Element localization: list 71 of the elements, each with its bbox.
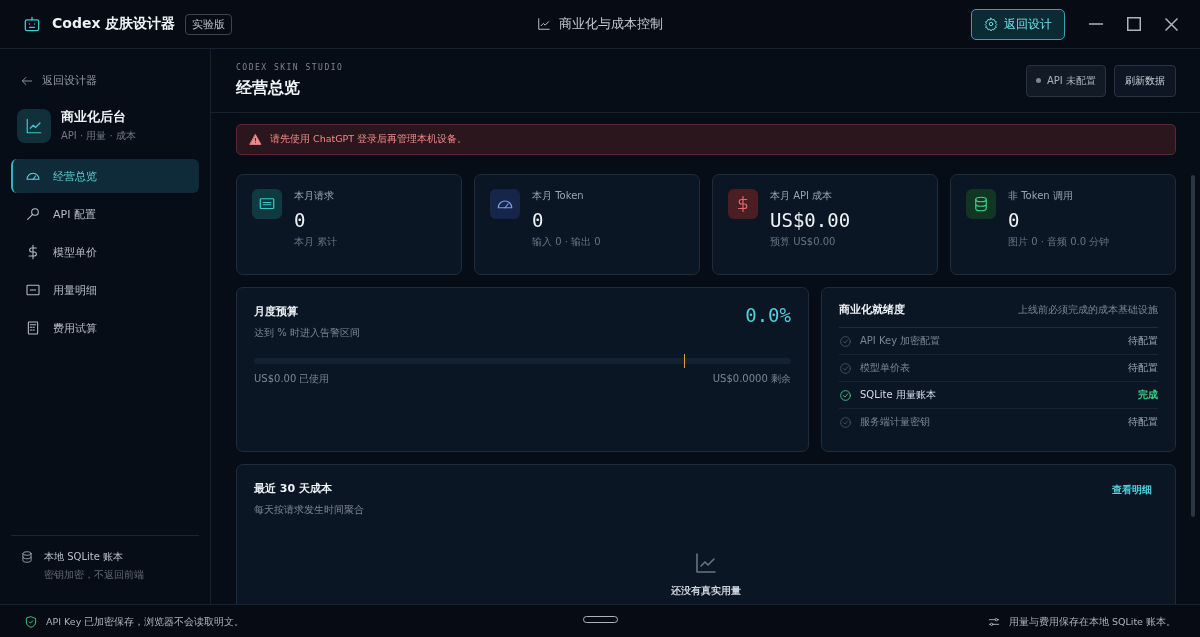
close-icon[interactable] <box>1165 17 1178 31</box>
sidebar-item[interactable]: 模型单价 <box>11 235 199 269</box>
checklist-status: 待配置 <box>1128 415 1158 429</box>
check-circle-icon <box>839 415 852 429</box>
scrollbar-thumb[interactable] <box>1191 175 1195 517</box>
stat-label: 本月 API 成本 <box>770 189 834 203</box>
alert-text: 请先使用 ChatGPT 登录后再管理本机设备。 <box>270 133 468 146</box>
shield-icon <box>24 615 38 629</box>
card-title: 月度预算 <box>254 304 299 319</box>
card-subtitle: 达到 % 时进入告警区间 <box>254 326 360 340</box>
maximize-icon[interactable] <box>1127 17 1141 31</box>
ledger-note: 密钥加密，不返回前端 <box>44 568 144 582</box>
card-subtitle: 上线前必须完成的成本基础设施 <box>1018 302 1158 317</box>
check-circle-icon <box>839 388 852 402</box>
stat-label: 非 Token 调用 <box>1008 189 1074 203</box>
stat-note: 输入 0 · 输出 0 <box>532 235 601 249</box>
return-button[interactable]: 返回设计 <box>971 8 1065 40</box>
ledger-title: 本地 SQLite 账本 <box>44 550 124 564</box>
budget-used: US$0.00 已使用 <box>254 372 330 386</box>
back-link[interactable]: 返回设计器 <box>11 49 199 108</box>
card-title: 最近 30 天成本 <box>254 481 333 496</box>
checklist-status: 待配置 <box>1128 334 1158 348</box>
stat-value: 0 <box>1008 209 1021 231</box>
empty-title: 还没有真实用量 <box>671 584 741 598</box>
robot-icon <box>22 14 42 34</box>
check-circle-icon <box>839 334 852 348</box>
card-title: 商业化就绪度 <box>839 302 905 317</box>
stat-value: 0 <box>294 209 307 231</box>
stat-label: 本月 Token <box>532 189 585 203</box>
sidebar-item[interactable]: 经营总览 <box>11 159 199 193</box>
card-subtitle: 每天按请求发生时间聚合 <box>254 503 364 517</box>
window-title: 商业化与成本控制 <box>559 15 663 33</box>
budget-percent: 0.0% <box>745 304 791 326</box>
details-link[interactable]: 查看明细 <box>1112 483 1152 497</box>
checklist-label: API Key 加密配置 <box>860 334 941 348</box>
status-text: 用量与费用保存在本地 SQLite 账本。 <box>1008 615 1176 629</box>
stat-value: 0 <box>532 209 545 231</box>
stat-note: 图片 0 · 音频 0.0 分钟 <box>1008 235 1110 249</box>
panel-icon <box>25 282 41 298</box>
checklist-label: SQLite 用量账本 <box>860 388 936 402</box>
brand-title: 商业化后台 <box>61 108 127 126</box>
stat-value: US$0.00 <box>770 209 851 231</box>
stat-note: 本月 累计 <box>294 235 338 249</box>
stat-label: 本月请求 <box>294 189 335 203</box>
refresh-button[interactable]: 刷新数据 <box>1114 64 1176 97</box>
settings-icon <box>984 17 998 31</box>
budget-remaining: US$0.0000 剩余 <box>712 372 791 386</box>
checklist-status: 待配置 <box>1128 361 1158 375</box>
warning-icon <box>249 133 262 146</box>
app-title: Codex 皮肤设计器 <box>52 15 176 33</box>
stat-note: 预算 US$0.00 <box>770 235 837 249</box>
checklist-status: 完成 <box>1138 388 1158 402</box>
database-icon <box>20 550 34 564</box>
chart-icon <box>25 116 43 135</box>
sidebar-item[interactable]: API 配置 <box>11 197 199 231</box>
status-text: API Key 已加密保存，浏览器不会读取明文。 <box>46 615 245 629</box>
sliders-icon <box>986 615 1001 629</box>
calculator-icon <box>25 320 41 336</box>
api-status-badge: API 未配置 <box>1026 64 1106 97</box>
page-title: 经营总览 <box>236 77 301 99</box>
database-icon <box>972 195 990 213</box>
sidebar-item[interactable]: 用量明细 <box>11 273 199 307</box>
checklist-label: 服务端计量密钥 <box>860 415 930 429</box>
version-badge: 实验版 <box>185 13 233 35</box>
checklist-label: 模型单价表 <box>860 361 910 375</box>
eyebrow-label: CODEX SKIN STUDIO <box>236 62 344 72</box>
check-circle-icon <box>839 361 852 375</box>
brand-subtitle: API · 用量 · 成本 <box>61 129 136 143</box>
chart-icon <box>694 551 718 575</box>
chart-icon <box>537 17 551 31</box>
sidebar-item[interactable]: 费用试算 <box>11 311 199 345</box>
